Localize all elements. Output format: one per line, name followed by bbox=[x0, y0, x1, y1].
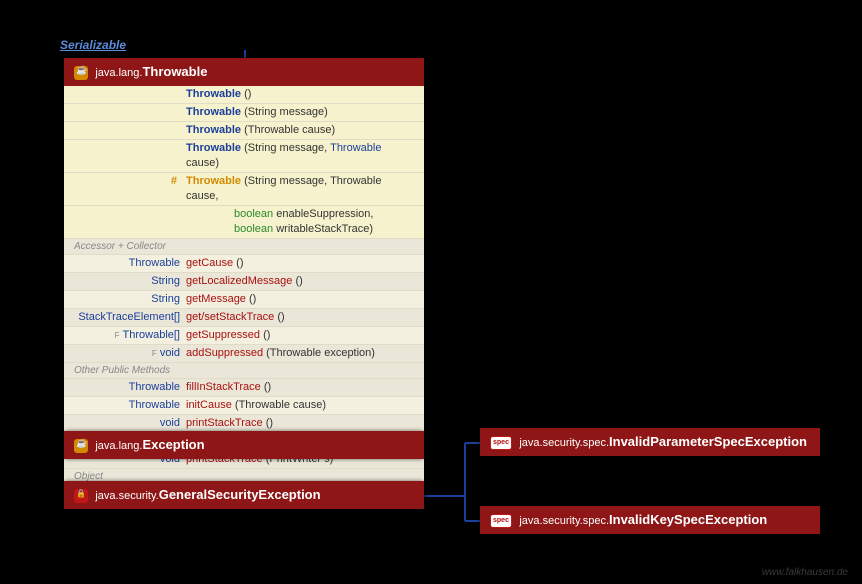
ctor-row-protected-cont: boolean enableSuppression, boolean writa… bbox=[64, 206, 424, 239]
package-label: java.security. bbox=[95, 490, 158, 502]
method-row: FThrowable[]getSuppressed () bbox=[64, 327, 424, 345]
class-name: Exception bbox=[142, 437, 204, 452]
spec-icon: spec bbox=[490, 436, 512, 450]
section-other: Other Public Methods bbox=[64, 363, 424, 379]
section-accessor: Accessor + Collector bbox=[64, 239, 424, 255]
ctor-row: Throwable (String message) bbox=[64, 104, 424, 122]
class-exception[interactable]: java.lang.Exception bbox=[64, 431, 424, 459]
class-ipse-header: spec java.security.spec.InvalidParameter… bbox=[480, 428, 820, 456]
method-row: ThrowablefillInStackTrace () bbox=[64, 379, 424, 397]
method-row: ThrowableinitCause (Throwable cause) bbox=[64, 397, 424, 415]
ctor-row: Throwable () bbox=[64, 86, 424, 104]
package-label: java.security.spec. bbox=[519, 515, 609, 527]
class-throwable-header: java.lang.Throwable bbox=[64, 58, 424, 86]
class-exception-header: java.lang.Exception bbox=[64, 431, 424, 459]
package-label: java.lang. bbox=[95, 440, 142, 452]
coffee-icon bbox=[74, 439, 88, 453]
package-label: java.lang. bbox=[95, 67, 142, 79]
ctor-row-protected: #Throwable (String message, Throwable ca… bbox=[64, 173, 424, 206]
lock-icon bbox=[74, 489, 88, 503]
method-row: StringgetMessage () bbox=[64, 291, 424, 309]
ctor-row: Throwable (String message, Throwable cau… bbox=[64, 140, 424, 173]
class-invalid-parameter-spec-exception[interactable]: spec java.security.spec.InvalidParameter… bbox=[480, 428, 820, 456]
coffee-icon bbox=[74, 66, 88, 80]
class-ikse-header: spec java.security.spec.InvalidKeySpecEx… bbox=[480, 506, 820, 534]
spec-icon: spec bbox=[490, 514, 512, 528]
method-row: StringgetLocalizedMessage () bbox=[64, 273, 424, 291]
class-name: GeneralSecurityException bbox=[159, 487, 321, 502]
method-row: ThrowablegetCause () bbox=[64, 255, 424, 273]
ctor-row: Throwable (Throwable cause) bbox=[64, 122, 424, 140]
class-name: InvalidParameterSpecException bbox=[609, 434, 807, 449]
class-name: InvalidKeySpecException bbox=[609, 512, 767, 527]
method-row: StackTraceElement[]get/setStackTrace () bbox=[64, 309, 424, 327]
class-invalid-key-spec-exception[interactable]: spec java.security.spec.InvalidKeySpecEx… bbox=[480, 506, 820, 534]
method-row: FvoidaddSuppressed (Throwable exception) bbox=[64, 345, 424, 363]
class-general-security-exception[interactable]: java.security.GeneralSecurityException bbox=[64, 481, 424, 509]
class-gse-header: java.security.GeneralSecurityException bbox=[64, 481, 424, 509]
class-name: Throwable bbox=[142, 64, 207, 79]
package-label: java.security.spec. bbox=[519, 437, 609, 449]
